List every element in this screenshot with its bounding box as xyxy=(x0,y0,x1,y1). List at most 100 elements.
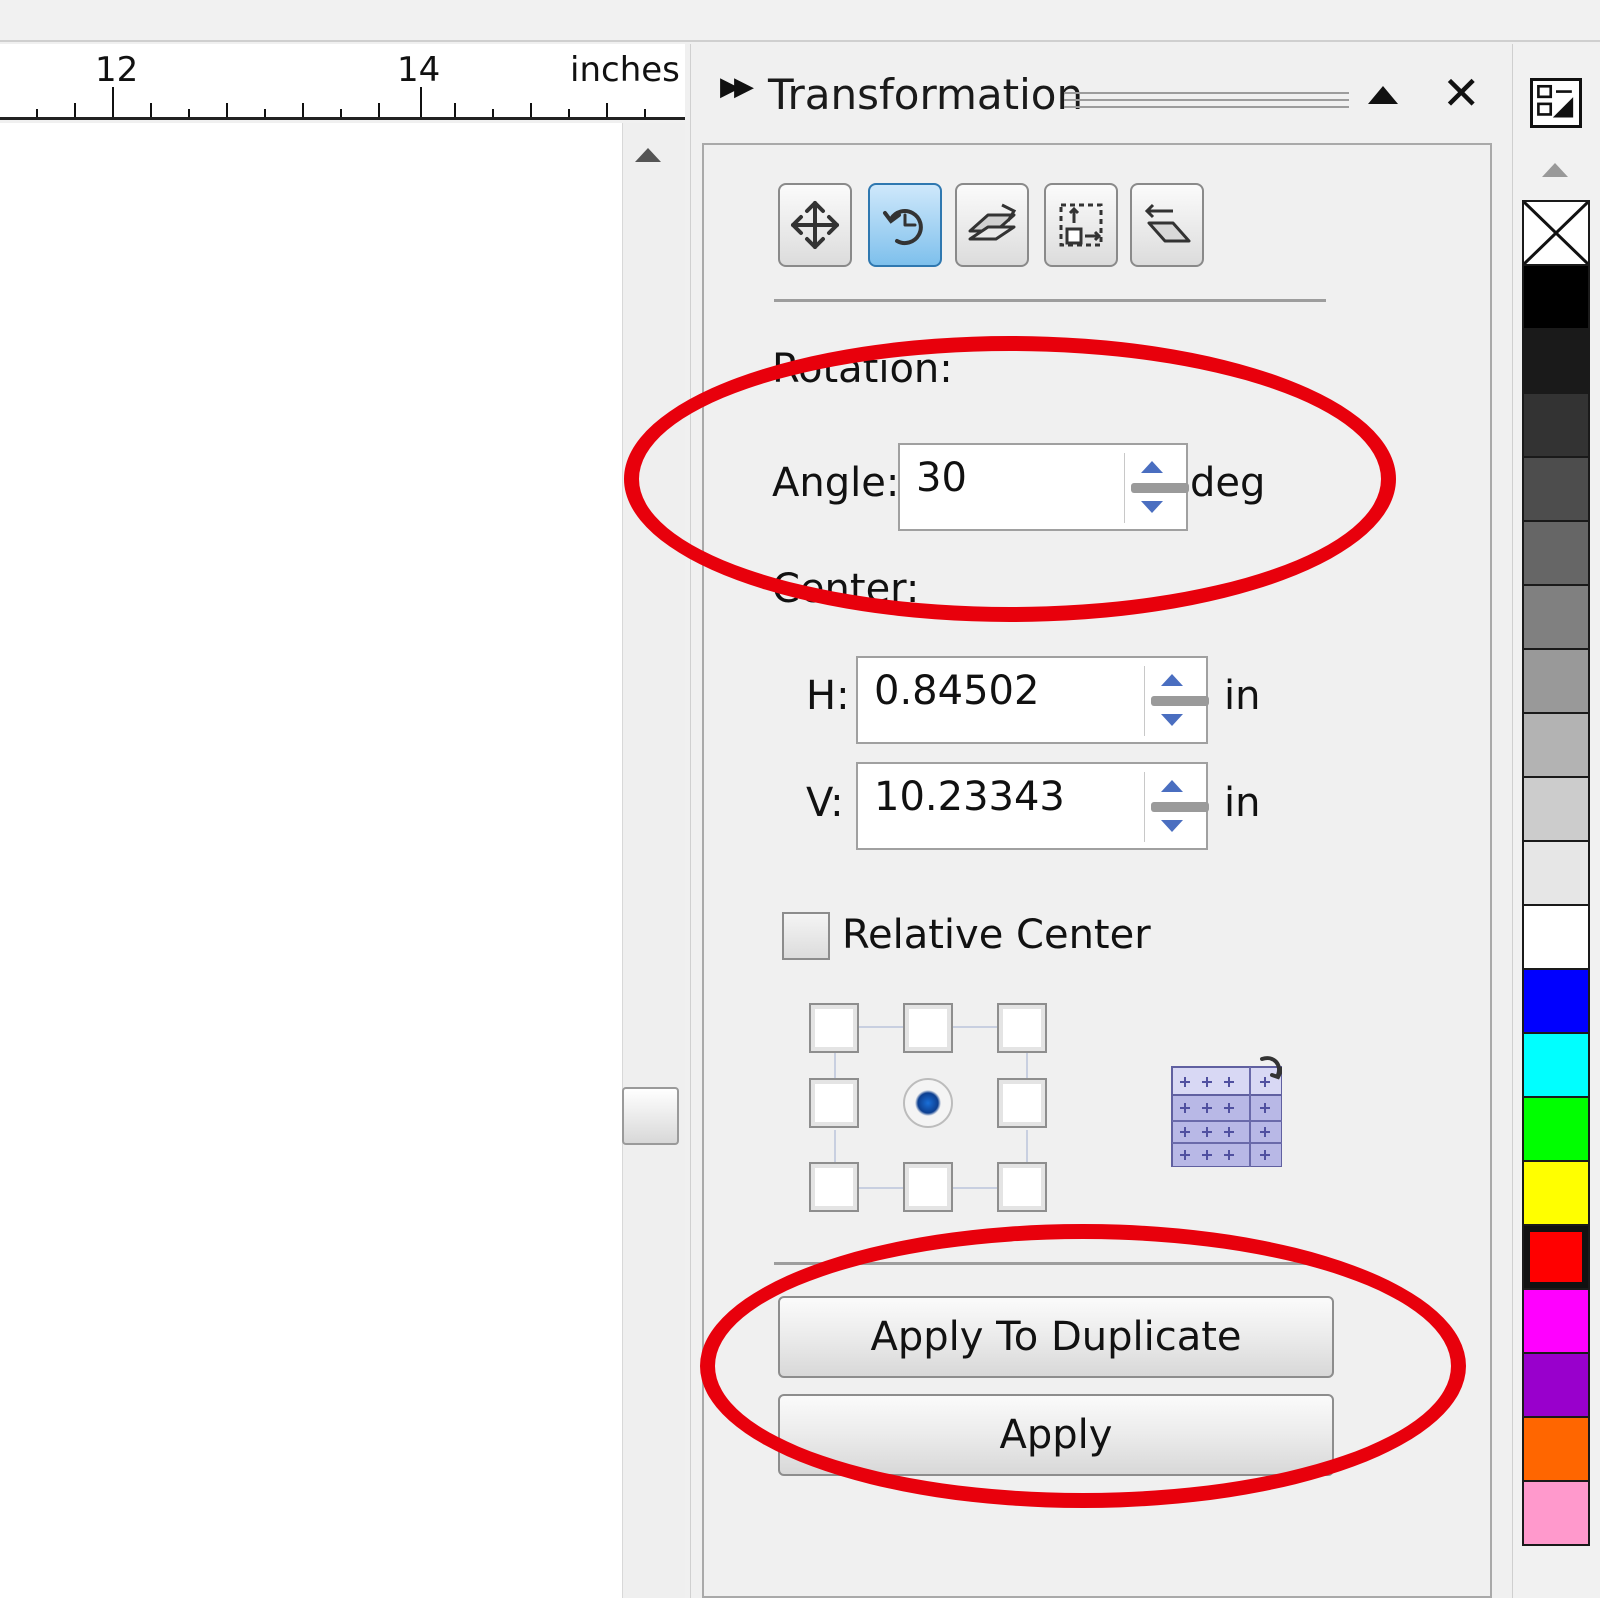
palette-swatches xyxy=(1522,200,1590,1546)
palette-menu-icon[interactable] xyxy=(1530,78,1582,128)
color-swatch[interactable] xyxy=(1522,456,1590,522)
color-swatch[interactable] xyxy=(1522,392,1590,458)
double-chevron-right-icon[interactable]: ▶▶ xyxy=(720,72,754,102)
apply-button[interactable]: Apply xyxy=(778,1394,1334,1476)
color-swatch[interactable] xyxy=(1522,1480,1590,1546)
apply-to-duplicate-button[interactable]: Apply To Duplicate xyxy=(778,1296,1334,1378)
color-swatch[interactable] xyxy=(1522,968,1590,1034)
color-swatch[interactable] xyxy=(1522,1288,1590,1354)
spin-down-icon[interactable] xyxy=(1161,820,1183,832)
color-swatch[interactable] xyxy=(1522,904,1590,970)
ruler-units-label: inches xyxy=(570,50,680,90)
rotation-section-label: Rotation: xyxy=(772,346,953,392)
spin-up-icon[interactable] xyxy=(1141,461,1163,473)
size-icon xyxy=(1059,203,1103,247)
palette-scroll-up-icon[interactable] xyxy=(1542,163,1568,177)
anchor-connector xyxy=(858,1187,908,1189)
angle-input[interactable]: 30 xyxy=(898,443,1189,531)
anchor-top-center[interactable] xyxy=(903,1003,953,1053)
ruler-tick xyxy=(530,103,532,117)
scrollbar-thumb[interactable] xyxy=(622,1087,679,1145)
docker-grip[interactable] xyxy=(1064,92,1349,108)
h-unit: in xyxy=(1224,673,1261,719)
center-section-label: Center: xyxy=(772,566,920,612)
anchor-connector xyxy=(858,1026,908,1028)
color-swatch[interactable] xyxy=(1522,1416,1590,1482)
anchor-bottom-left[interactable] xyxy=(809,1162,859,1212)
anchor-bottom-center[interactable] xyxy=(903,1162,953,1212)
spinner-bar xyxy=(1151,696,1209,706)
horizontal-ruler[interactable]: 12 14 inches xyxy=(0,44,685,120)
color-swatch[interactable] xyxy=(1522,840,1590,906)
anchor-middle-center[interactable] xyxy=(903,1078,953,1128)
position-mode-button[interactable] xyxy=(778,183,852,267)
angle-value: 30 xyxy=(916,455,967,501)
anchor-connector xyxy=(1026,1130,1028,1162)
center-v-spinner[interactable] xyxy=(1144,772,1209,842)
top-strip xyxy=(0,0,1600,42)
docker-title: Transformation xyxy=(768,70,1084,119)
color-swatch[interactable] xyxy=(1522,1032,1590,1098)
vertical-scrollbar[interactable] xyxy=(622,123,685,1598)
anchor-middle-left[interactable] xyxy=(809,1078,859,1128)
ruler-tick xyxy=(420,87,422,117)
anchor-connector xyxy=(834,1052,836,1078)
spinner-bar xyxy=(1151,802,1209,812)
color-swatch[interactable] xyxy=(1522,1352,1590,1418)
anchor-connector xyxy=(834,1130,836,1162)
center-v-value: 10.23343 xyxy=(874,774,1065,820)
ruler-tick xyxy=(264,109,266,117)
color-swatch[interactable] xyxy=(1522,776,1590,842)
skew-mode-button[interactable] xyxy=(1130,183,1204,267)
no-color-swatch[interactable] xyxy=(1522,200,1590,266)
color-swatch[interactable] xyxy=(1522,264,1590,330)
center-h-input[interactable]: 0.84502 xyxy=(856,656,1209,744)
spin-up-icon[interactable] xyxy=(1161,780,1183,792)
drawing-canvas[interactable] xyxy=(0,123,622,1598)
ruler-tick xyxy=(188,109,190,117)
color-swatch[interactable] xyxy=(1522,584,1590,650)
anchor-top-left[interactable] xyxy=(809,1003,859,1053)
anchor-connector xyxy=(952,1187,1002,1189)
ruler-tick xyxy=(74,103,76,117)
center-h-spinner[interactable] xyxy=(1144,666,1209,736)
spinner-bar xyxy=(1131,483,1189,493)
divider-bottom xyxy=(774,1262,1326,1265)
angle-label: Angle: xyxy=(772,460,900,506)
ruler-label-12: 12 xyxy=(95,50,139,90)
ruler-label-14: 14 xyxy=(397,50,441,90)
scroll-up-arrow-icon[interactable] xyxy=(635,148,661,162)
transform-grid-icon[interactable] xyxy=(1170,1055,1282,1167)
ruler-tick xyxy=(226,103,228,117)
ruler-tick xyxy=(606,103,608,117)
anchor-top-right[interactable] xyxy=(997,1003,1047,1053)
color-swatch[interactable] xyxy=(1522,712,1590,778)
ruler-tick xyxy=(644,109,646,117)
spin-up-icon[interactable] xyxy=(1161,674,1183,686)
color-swatch[interactable] xyxy=(1522,1096,1590,1162)
anchor-bottom-right[interactable] xyxy=(997,1162,1047,1212)
color-swatch[interactable] xyxy=(1522,1224,1590,1290)
spin-down-icon[interactable] xyxy=(1161,714,1183,726)
color-swatch[interactable] xyxy=(1522,648,1590,714)
angle-spinner[interactable] xyxy=(1124,453,1189,523)
color-swatch[interactable] xyxy=(1522,1160,1590,1226)
color-swatch[interactable] xyxy=(1522,520,1590,586)
close-icon[interactable]: ✕ xyxy=(1442,70,1481,116)
size-mode-button[interactable] xyxy=(1044,183,1118,267)
ruler-tick xyxy=(340,109,342,117)
center-v-input[interactable]: 10.23343 xyxy=(856,762,1209,850)
skew-icon xyxy=(1144,203,1191,243)
relative-center-checkbox[interactable] xyxy=(782,912,830,960)
v-label: V: xyxy=(806,780,844,826)
collapse-up-icon[interactable] xyxy=(1368,86,1398,104)
ruler-tick xyxy=(302,103,304,117)
rotate-mode-button[interactable] xyxy=(868,183,942,267)
color-swatch[interactable] xyxy=(1522,328,1590,394)
anchor-middle-right[interactable] xyxy=(997,1078,1047,1128)
ruler-tick xyxy=(568,109,570,117)
spin-down-icon[interactable] xyxy=(1141,501,1163,513)
mirror-icon xyxy=(968,203,1017,241)
scale-mirror-mode-button[interactable] xyxy=(955,183,1029,267)
v-unit: in xyxy=(1224,780,1261,826)
